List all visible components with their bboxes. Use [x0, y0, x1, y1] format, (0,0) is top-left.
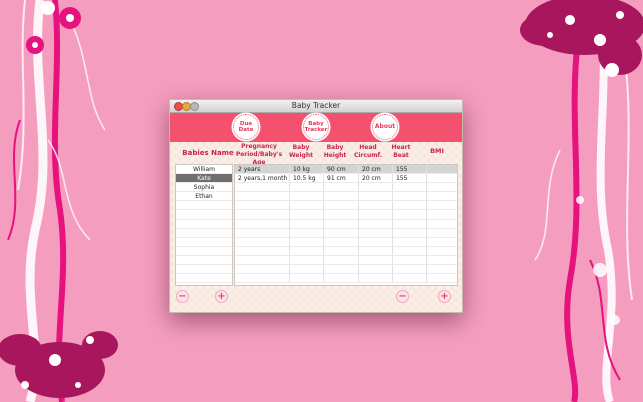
main-content: Babies Name Pregnancy Period/Baby's Age … [170, 142, 462, 312]
empty-table-row [235, 228, 457, 238]
pregnancy-cell[interactable]: 2 years [235, 165, 290, 174]
remove-record-button[interactable]: − [396, 290, 409, 303]
babies-list[interactable]: William Kate Sophia Ethan [175, 164, 233, 286]
empty-list-row [176, 256, 232, 266]
empty-table-row [235, 246, 457, 256]
baby-list-item[interactable]: William [176, 165, 232, 175]
empty-table-row [235, 219, 457, 229]
height-cell[interactable]: 91 cm [324, 174, 359, 183]
empty-table-row [235, 274, 457, 284]
title-bar: Baby Tracker [170, 100, 462, 113]
empty-table-row [235, 255, 457, 266]
baby-list-item[interactable]: Ethan [176, 192, 232, 202]
empty-list-row [176, 220, 232, 229]
empty-table-row [235, 183, 457, 193]
pregnancy-cell[interactable]: 2 years,1 month [235, 174, 290, 183]
babies-name-header: Babies Name [182, 149, 234, 157]
add-baby-button[interactable]: + [215, 290, 228, 303]
remove-baby-button[interactable]: − [176, 290, 189, 303]
height-column-header: Baby Height [323, 144, 347, 159]
weight-cell[interactable]: 10 kg [290, 165, 324, 174]
baby-list-item-selected[interactable]: Kate [176, 174, 232, 184]
empty-list-row [176, 265, 232, 275]
table-row[interactable]: 2 years,1 month 10.5 kg 91 cm 20 cm 155 [235, 174, 457, 184]
heart-cell[interactable]: 155 [393, 174, 427, 183]
bmi-column-header: BMI [430, 147, 444, 155]
head-cell[interactable]: 20 cm [359, 174, 393, 183]
empty-list-row [176, 229, 232, 238]
empty-table-row [235, 237, 457, 247]
about-button[interactable]: About [372, 114, 398, 140]
add-record-button[interactable]: + [438, 290, 451, 303]
weight-column-header: Baby Weight [289, 144, 313, 159]
bmi-cell[interactable] [427, 165, 457, 173]
empty-list-row [176, 238, 232, 247]
table-row[interactable]: 2 years 10 kg 90 cm 20 cm 155 [235, 165, 457, 175]
heart-beat-column-header: Heart Beat [391, 144, 411, 159]
empty-table-row [235, 265, 457, 275]
heart-cell[interactable]: 155 [393, 165, 427, 174]
window-title: Baby Tracker [291, 101, 341, 110]
toolbar: Due Date Baby Tracker About [170, 113, 462, 142]
baby-list-item[interactable]: Sophia [176, 183, 232, 193]
head-cell[interactable]: 20 cm [359, 165, 393, 174]
empty-list-row [176, 247, 232, 256]
app-window: Baby Tracker Due Date Baby Tracker About… [169, 99, 463, 313]
empty-table-row [235, 210, 457, 220]
empty-table-row [235, 201, 457, 211]
bmi-cell[interactable] [427, 174, 457, 182]
height-cell[interactable]: 90 cm [324, 165, 359, 174]
empty-list-row [176, 274, 232, 284]
baby-tracker-button[interactable]: Baby Tracker [303, 114, 329, 140]
empty-list-row [176, 201, 232, 211]
empty-table-row [235, 192, 457, 202]
records-table[interactable]: 2 years 10 kg 90 cm 20 cm 155 2 years,1 … [234, 164, 458, 286]
empty-list-row [176, 210, 232, 220]
due-date-button[interactable]: Due Date [233, 114, 259, 140]
head-circumference-column-header: Head Circumf. [353, 144, 383, 159]
weight-cell[interactable]: 10.5 kg [290, 174, 324, 183]
